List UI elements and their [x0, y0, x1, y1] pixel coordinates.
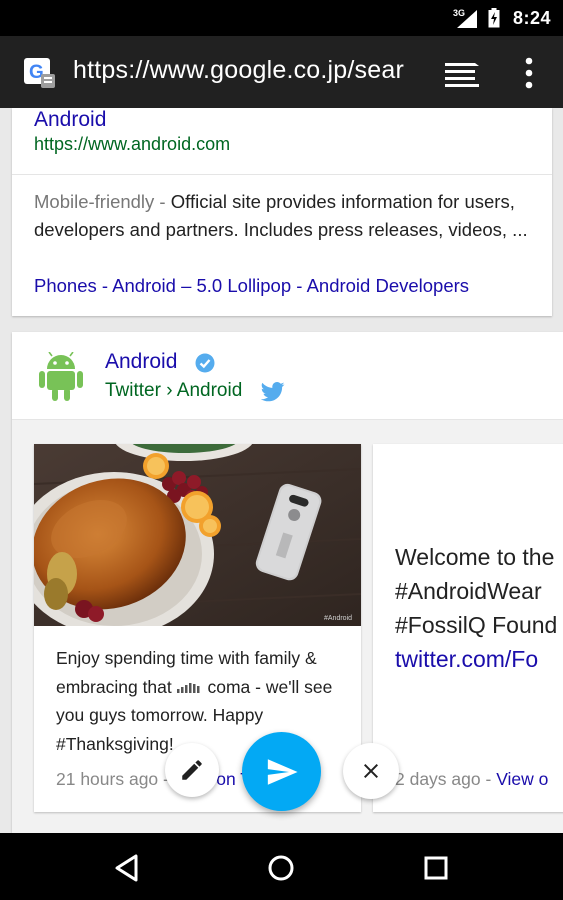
sitelink-android-developers[interactable]: Android Developers: [307, 275, 469, 296]
battery-charging-icon: [488, 8, 500, 28]
home-icon[interactable]: [264, 851, 298, 885]
twitter-path: Twitter › Android: [105, 380, 243, 401]
close-button[interactable]: [343, 743, 399, 799]
pencil-icon: [182, 760, 202, 780]
food-emoji-icon: [176, 682, 200, 693]
svg-text:#Android: #Android: [324, 615, 352, 622]
tweet-meta: 2 days ago - View o: [395, 769, 549, 789]
result-url: https://www.android.com: [34, 134, 231, 154]
status-bar: 3G 8:24: [0, 0, 563, 36]
verified-badge-icon: [195, 353, 215, 373]
thanksgiving-photo: #Android: [34, 444, 361, 626]
tweet-text: Welcome to the #AndroidWear #FossilQ Fou…: [395, 540, 563, 676]
close-icon: [364, 764, 378, 778]
view-on-twitter-link[interactable]: View o: [496, 769, 548, 789]
send-button[interactable]: [242, 732, 321, 811]
result-title[interactable]: Android: [34, 108, 106, 132]
tweet-link[interactable]: twitter.com/Fo: [395, 642, 563, 676]
url-field[interactable]: https://www.google.co.jp/sear: [73, 56, 404, 85]
recents-icon[interactable]: [419, 851, 453, 885]
google-favicon-icon[interactable]: G: [24, 58, 58, 90]
overflow-menu-icon[interactable]: [519, 56, 539, 92]
sitelinks: Phones - Android – 5.0 Lollipop - Androi…: [34, 275, 470, 296]
tweet-time: 21 hours ago: [56, 769, 159, 789]
search-results: Android https://www.android.com Mobile-f…: [0, 108, 563, 833]
android-robot-icon: [39, 352, 83, 401]
tweet-card[interactable]: Welcome to the #AndroidWear #FossilQ Fou…: [373, 444, 563, 812]
divider: [12, 174, 552, 175]
sitelink-phones[interactable]: Phones: [34, 275, 97, 296]
twitter-account-name[interactable]: Android: [105, 350, 177, 374]
tabs-icon[interactable]: [443, 60, 479, 88]
twitter-bird-icon: [261, 382, 285, 402]
signal-3g-icon: 3G: [453, 8, 477, 28]
result-card-android: Android https://www.android.com Mobile-f…: [12, 108, 552, 316]
browser-toolbar: G https://www.google.co.jp/sear: [0, 36, 563, 108]
send-icon: [267, 758, 298, 785]
sitelink-android-lollipop[interactable]: Android – 5.0 Lollipop: [112, 275, 291, 296]
tweet-time: 2 days ago: [395, 769, 481, 789]
back-icon[interactable]: [110, 851, 144, 885]
edit-button[interactable]: [165, 743, 219, 797]
mobile-friendly-tag: Mobile-friendly: [34, 191, 155, 212]
clock: 8:24: [512, 8, 551, 28]
result-snippet: Mobile-friendly - Official site provides…: [34, 191, 528, 240]
svg-text:3G: 3G: [453, 8, 465, 18]
navigation-bar: [0, 833, 563, 900]
